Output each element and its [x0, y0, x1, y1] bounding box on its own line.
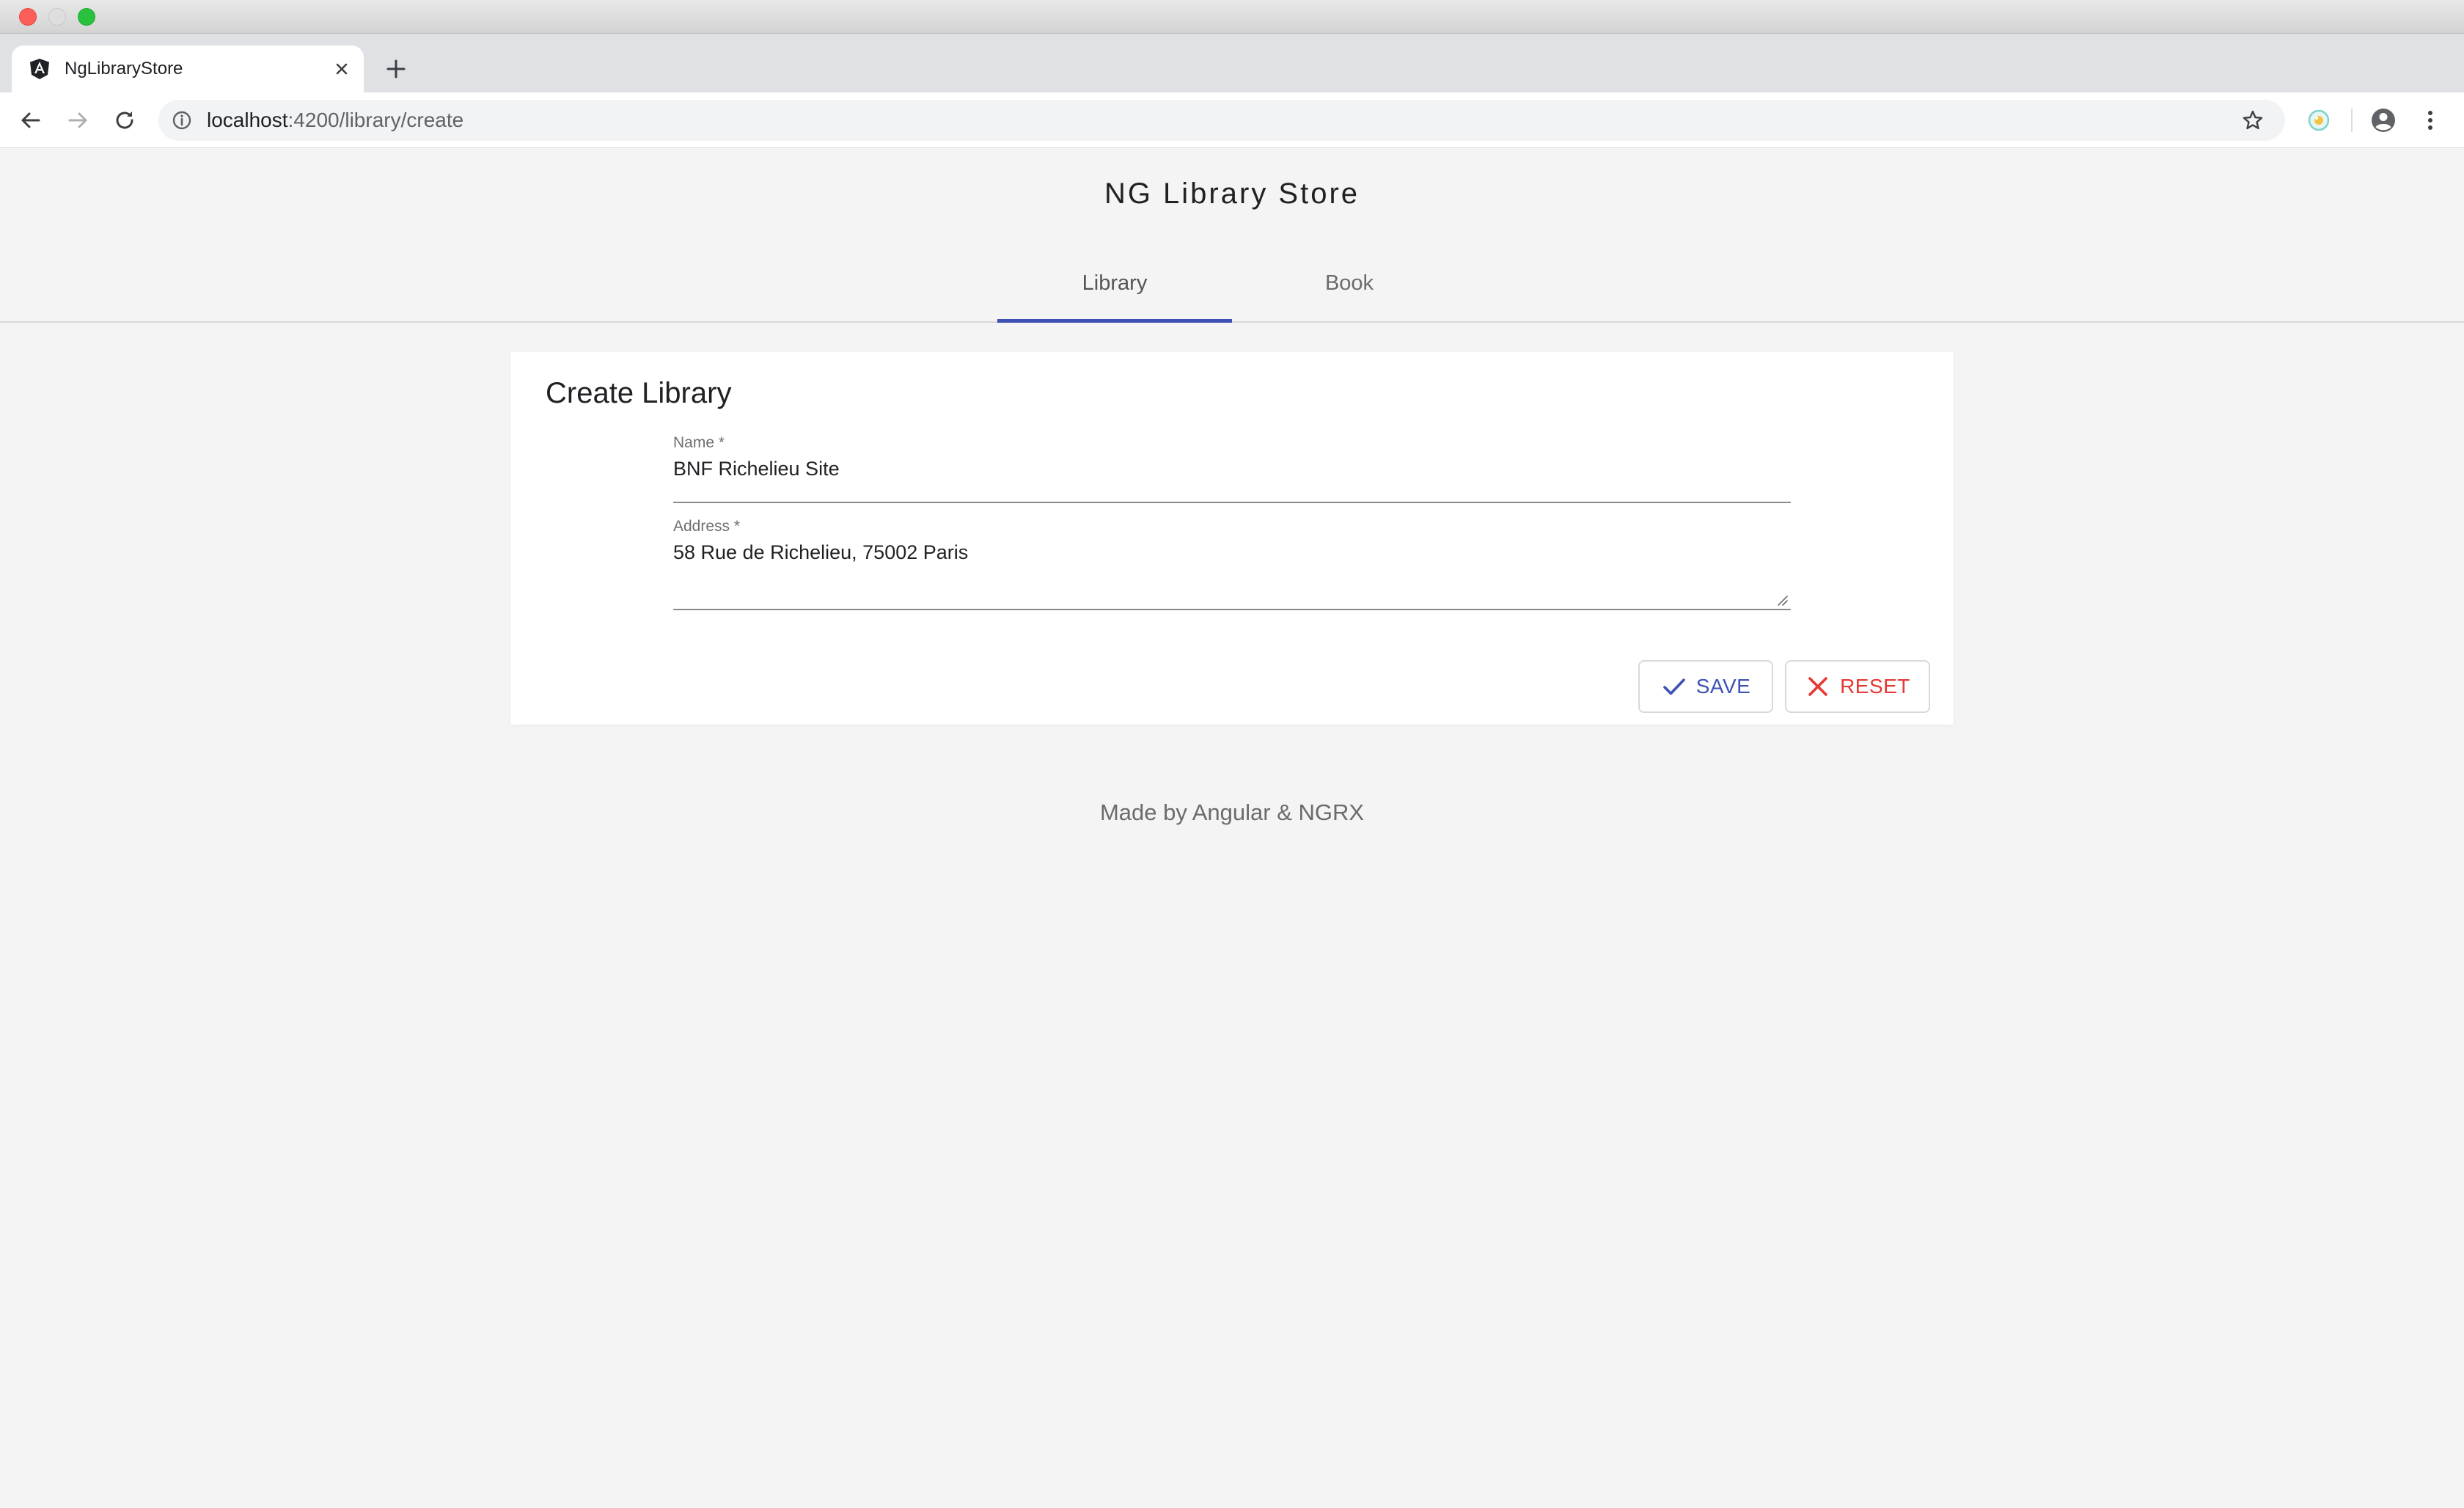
address-url: localhost:4200/library/create: [207, 100, 463, 141]
new-tab-plus-icon[interactable]: [383, 56, 409, 82]
address-bar[interactable]: localhost:4200/library/create: [158, 100, 2285, 141]
save-button[interactable]: SAVE: [1638, 660, 1773, 713]
browser-tab-strip: NgLibraryStore: [0, 34, 2464, 92]
active-tab-indicator: [997, 319, 1232, 323]
save-button-label: SAVE: [1695, 675, 1751, 698]
tab-book[interactable]: Book: [1232, 244, 1467, 323]
reload-icon[interactable]: [110, 106, 139, 135]
name-field-underline: [673, 502, 1791, 503]
name-field-label: Name *: [673, 434, 725, 451]
window-close-button[interactable]: [19, 8, 37, 26]
form-title: Create Library: [546, 377, 732, 409]
extension-icon[interactable]: [2304, 106, 2333, 135]
browser-toolbar: localhost:4200/library/create: [0, 92, 2464, 148]
reset-button-label: RESET: [1840, 675, 1910, 698]
info-icon[interactable]: [172, 110, 192, 131]
address-field-label: Address *: [673, 518, 741, 535]
back-arrow-icon[interactable]: [16, 106, 45, 135]
close-icon[interactable]: [331, 59, 352, 79]
more-vertical-icon[interactable]: [2416, 106, 2445, 135]
footer-text: Made by Angular & NGRX: [1099, 799, 1365, 825]
angular-icon: [30, 59, 49, 79]
window-titlebar: [0, 0, 2464, 34]
create-library-card: Create Library Name * BNF Richelieu Site…: [510, 352, 1954, 725]
close-icon: [1808, 677, 1827, 696]
textarea-resize-handle-icon[interactable]: [1776, 594, 1788, 606]
bookmark-star-icon[interactable]: [2241, 109, 2265, 132]
url-host: localhost: [207, 109, 288, 131]
reset-button[interactable]: RESET: [1785, 660, 1930, 713]
name-input[interactable]: BNF Richelieu Site: [673, 458, 840, 480]
name-field[interactable]: Name * BNF Richelieu Site: [673, 434, 1791, 503]
profile-avatar-icon[interactable]: [2369, 106, 2398, 135]
window-maximize-button[interactable]: [78, 8, 95, 26]
toolbar-separator: [2351, 109, 2353, 132]
check-icon: [1662, 678, 1685, 695]
tab-library[interactable]: Library: [997, 244, 1232, 323]
app-root: NG Library Store Library Book Create Lib…: [0, 148, 2464, 1508]
url-path: :4200/library/create: [287, 109, 464, 131]
browser-tab-title: NgLibraryStore: [65, 59, 183, 78]
nav-tab-bar: Library Book: [0, 244, 2464, 323]
window-minimize-button[interactable]: [48, 8, 66, 26]
address-field[interactable]: Address * 58 Rue de Richelieu, 75002 Par…: [673, 518, 1791, 610]
address-field-underline: [673, 609, 1791, 610]
address-textarea[interactable]: 58 Rue de Richelieu, 75002 Paris: [673, 541, 968, 564]
forward-arrow-icon[interactable]: [63, 106, 92, 135]
app-title: NG Library Store: [1104, 177, 1360, 210]
browser-tab[interactable]: NgLibraryStore: [12, 45, 364, 92]
